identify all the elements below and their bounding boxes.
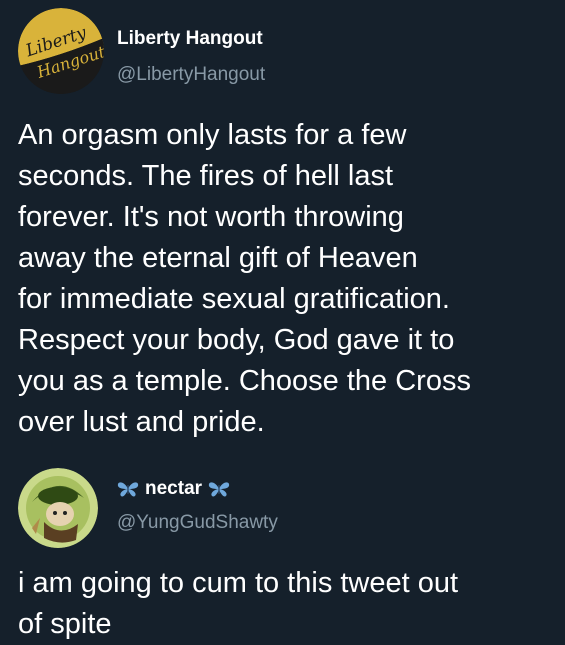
- tweet-header: Liberty Hangout Liberty Hangout @Liberty…: [0, 0, 565, 100]
- butterfly-icon: [117, 482, 139, 497]
- tweet-body-line: away the eternal gift of Heaven: [18, 242, 418, 274]
- tweet-body-line: you as a temple. Choose the Cross: [18, 365, 471, 397]
- tweet-body-line: for immediate sexual gratification.: [18, 283, 450, 315]
- tweet-body-line: over lust and pride.: [18, 406, 265, 438]
- tweet-body-line: of spite: [18, 608, 112, 640]
- avatar[interactable]: Liberty Hangout: [18, 8, 104, 94]
- author-display-name[interactable]: Liberty Hangout: [117, 28, 263, 50]
- butterfly-icon: [208, 482, 230, 497]
- character-avatar-image: [18, 468, 98, 548]
- author-name-row: nectar: [117, 478, 230, 500]
- tweet-body-line: Respect your body, God gave it to: [18, 324, 455, 356]
- tweet-header: nectar @YungGudShawty: [0, 458, 565, 558]
- author-handle[interactable]: @YungGudShawty: [117, 512, 278, 534]
- tweet-body-line: forever. It's not worth throwing: [18, 201, 404, 233]
- tweet-body-line: seconds. The fires of hell last: [18, 160, 394, 192]
- liberty-hangout-logo: Liberty Hangout: [18, 8, 104, 94]
- tweet-body-line: An orgasm only lasts for a few: [18, 119, 407, 151]
- tweet-body: An orgasm only lasts for a few seconds. …: [18, 115, 548, 443]
- tweet-body-line: i am going to cum to this tweet out: [18, 567, 459, 599]
- tweet-body: i am going to cum to this tweet out of s…: [18, 563, 548, 645]
- author-handle[interactable]: @LibertyHangout: [117, 64, 265, 86]
- author-display-name[interactable]: nectar: [145, 478, 202, 500]
- avatar[interactable]: [18, 468, 98, 548]
